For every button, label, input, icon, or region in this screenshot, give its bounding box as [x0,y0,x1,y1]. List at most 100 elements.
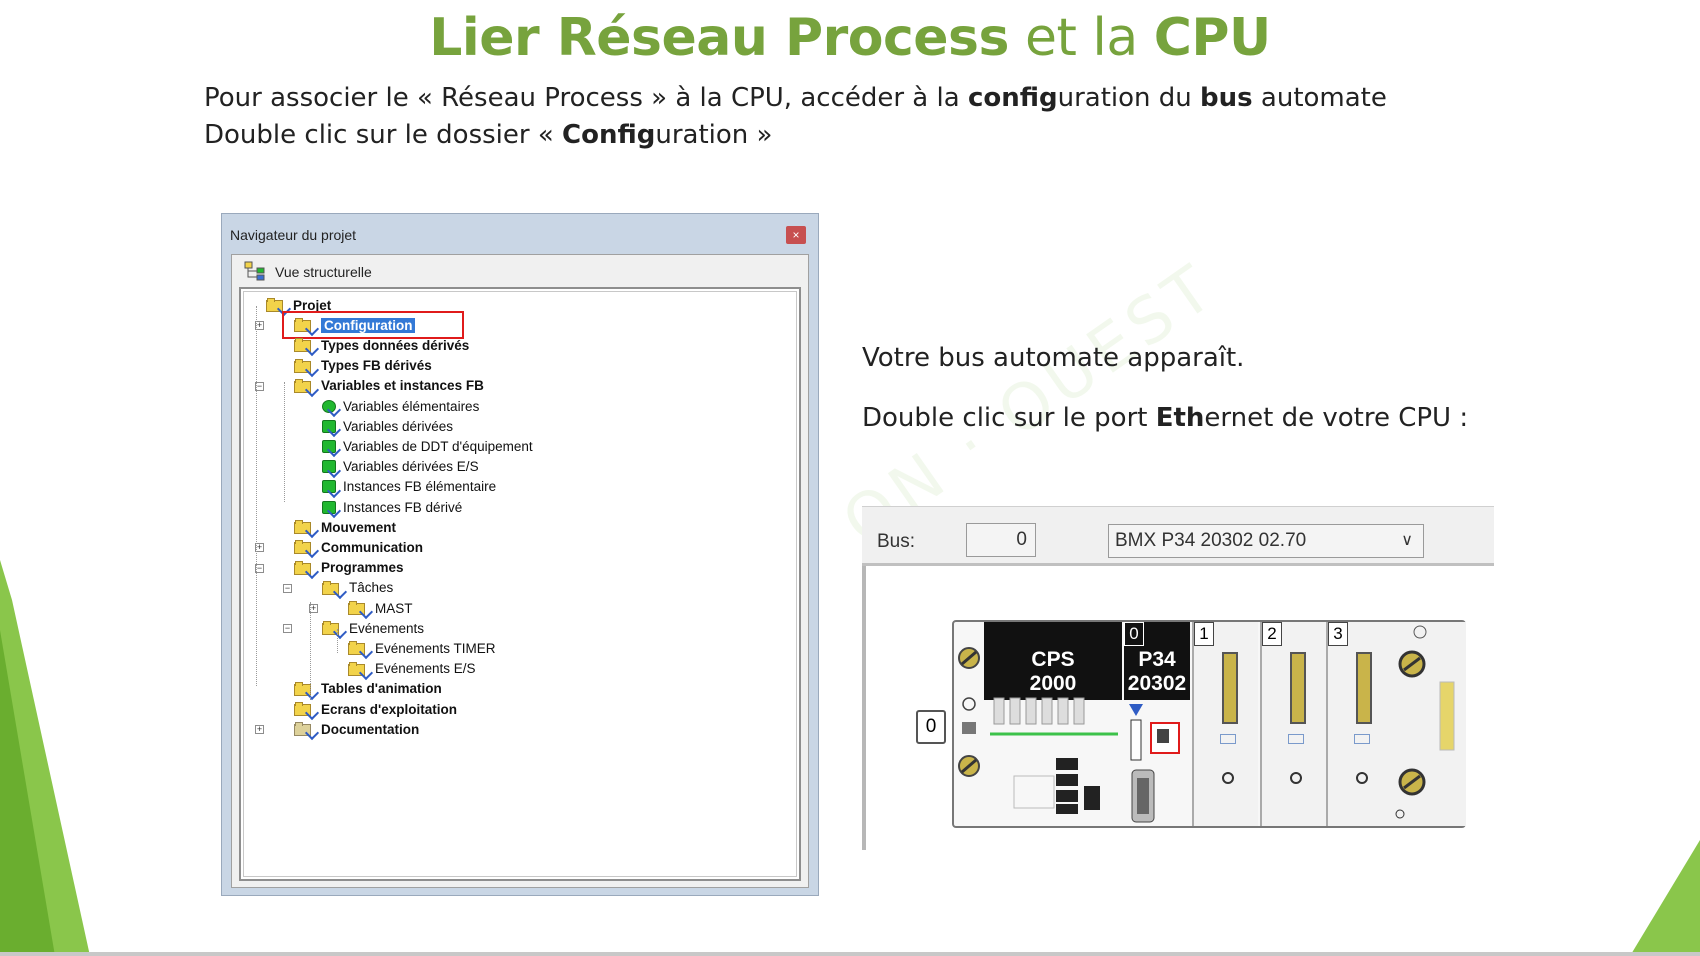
tree-item-label: Evénements [349,620,425,636]
rack-slot[interactable]: 3 [1326,622,1392,826]
chevron-down-icon[interactable]: ∨ [1401,525,1413,557]
tree-item-label: Instances FB dérivé [343,499,463,515]
intro-1-text-d: bus [1200,83,1253,113]
ps-terminal-icon [990,697,1118,814]
slot-screw-icon [1222,772,1234,784]
cpu-serial-icon [1131,769,1155,823]
slot-connector-icon [1356,652,1372,724]
tree-item-label: Instances FB élémentaire [343,479,497,495]
bus-number-field[interactable]: 0 [966,523,1036,557]
navigator-body: Vue structurelle Projet Configuration + Typ… [231,254,809,888]
tree-item-instances-fb-dérivé[interactable]: Instances FB dérivé [322,497,463,519]
ps-label-line1: CPS [1031,648,1075,671]
intro-line-1: Pour associer le « Réseau Process » à la… [204,83,1387,113]
tree-item-programmes[interactable]: Programmes [294,558,404,579]
cpu-module[interactable]: P34 20302 0 [1124,622,1190,826]
intro-2-text-c: uration » [655,120,773,150]
tree-item-label: Programmes [321,560,404,576]
tree-item-label: Evénements TIMER [375,640,496,656]
title-part-2: et la [1008,8,1154,68]
tree-item-label: Documentation [321,721,420,737]
tree-item-label: Tables d'animation [321,681,442,697]
slot-led-icon [1220,734,1236,744]
page-title: Lier Réseau Process et la CPU [0,8,1700,68]
title-part-1: Lier Réseau Process [429,8,1009,68]
slot-connector-icon [1290,652,1306,724]
structural-view-icon [244,261,265,281]
cpu-model-select[interactable]: BMX P34 20302 02.70 ∨ [1108,524,1424,558]
slide-bottom-border [0,952,1700,956]
intro-2-text-b: Config [562,120,656,150]
note-double-click-ethernet: Double clic sur le port Ethernet de votr… [862,403,1468,433]
slot-led-icon [1354,734,1370,744]
bus-label: Bus: [877,531,916,552]
intro-2-text-a: Double clic sur le dossier « [204,120,563,150]
note2-text-a: Double clic sur le port [862,403,1156,433]
slot-number: 1 [1194,622,1214,646]
left-green-decoration [0,560,90,956]
tree-item-label: Types FB dérivés [321,358,432,374]
tree-item-label: MAST [375,600,413,616]
tree-item-tables-d-animation[interactable]: Tables d'animation [294,679,442,700]
rack-number: 0 [916,710,946,744]
rack-screw-icon [958,647,980,777]
title-part-3: CPU [1153,8,1272,68]
slot-number: 2 [1262,622,1282,646]
plc-rack[interactable]: 0 CPS 2000 P34 20302 0 1 2 3 [916,620,1466,828]
navigator-titlebar[interactable]: Navigateur du projet × [222,214,818,244]
tree-item-variables-élémentaires[interactable]: Variables élémentaires [322,396,479,418]
ethernet-port-icon[interactable] [1150,722,1180,754]
structural-view-label: Vue structurelle [275,264,372,280]
intro-1-text-e: automate [1252,83,1387,113]
project-tree: Projet Configuration + Types données dérivé… [243,291,797,877]
intro-1-text-c: uration du [1057,83,1201,113]
tree-item-ecrans-d-exploitation[interactable]: Ecrans d'exploitation [294,699,457,721]
rack-end-icon [1390,622,1466,826]
right-green-decoration [1630,840,1700,956]
tree-item-label: Variables dérivées E/S [343,459,479,475]
ps-label: CPS 2000 [984,622,1122,700]
tree-item-evénements-e-s[interactable]: Evénements E/S [348,659,476,680]
bus-configuration-view: Bus: 0 BMX P34 20302 02.70 ∨ 0 CPS 2000 … [862,506,1494,850]
tree-guide-line [310,602,311,700]
tree-item-t-ches[interactable]: Tâches [322,578,393,599]
rack-slot[interactable]: 1 [1192,622,1258,826]
collapse-icon[interactable]: − [283,583,292,593]
cpu-label-line1: P34 [1138,648,1176,671]
expand-icon[interactable]: + [255,725,264,735]
tree-item-mast[interactable]: MAST [348,598,413,620]
slot-number: 3 [1328,622,1348,646]
tree-item-variables-dérivées-e-s[interactable]: Variables dérivées E/S [322,457,479,478]
project-navigator-window: Navigateur du projet × Vue structurelle … [221,213,819,896]
rack-slot[interactable]: 2 [1260,622,1326,826]
tree-item-label: Variables de DDT d'équipement [343,438,533,454]
bus-view-edge [862,566,866,850]
slot-connector-icon [1222,652,1238,724]
tree-item-types-données-dérivés[interactable]: Types données dérivés [294,335,470,357]
navigator-title: Navigateur du projet [230,227,357,243]
cpu-label-line2: 20302 [1127,672,1187,695]
intro-1-text-b: config [967,83,1058,113]
tree-item-mouvement[interactable]: Mouvement [294,517,396,539]
structural-view-header[interactable]: Vue structurelle [232,255,808,285]
tree-item-label: Types données dérivés [321,337,470,353]
tree-item-documentation[interactable]: Documentation [294,719,420,741]
tree-item-communication[interactable]: Communication [294,537,423,559]
tree-item-variables-et-instances-fb[interactable]: Variables et instances FB [294,376,484,397]
close-icon[interactable]: × [786,226,806,244]
tree-item-variables-de-ddt-d-équipement[interactable]: Variables de DDT d'équipement [322,436,533,458]
tree-item-label: Evénements E/S [375,661,476,677]
note2-text-b: Eth [1155,403,1205,433]
tree-item-label: Ecrans d'exploitation [321,701,457,717]
power-supply-module[interactable]: CPS 2000 [984,622,1122,826]
cpu-model-value: BMX P34 20302 02.70 [1115,530,1307,551]
tree-item-instances-fb-élémentaire[interactable]: Instances FB élémentaire [322,477,497,498]
intro-1-text-a: Pour associer le « Réseau Process » à la… [204,83,968,113]
tree-item-evénements-timer[interactable]: Evénements TIMER [348,638,496,660]
slot-screw-icon [1356,772,1368,784]
note2-text-c: ernet de votre CPU : [1204,403,1469,433]
tree-guide-line [337,629,338,653]
collapse-icon[interactable]: − [283,624,292,634]
tree-item-types-fb-dérivés[interactable]: Types FB dérivés [294,356,432,377]
tree-item-variables-dérivées[interactable]: Variables dérivées [322,416,453,438]
